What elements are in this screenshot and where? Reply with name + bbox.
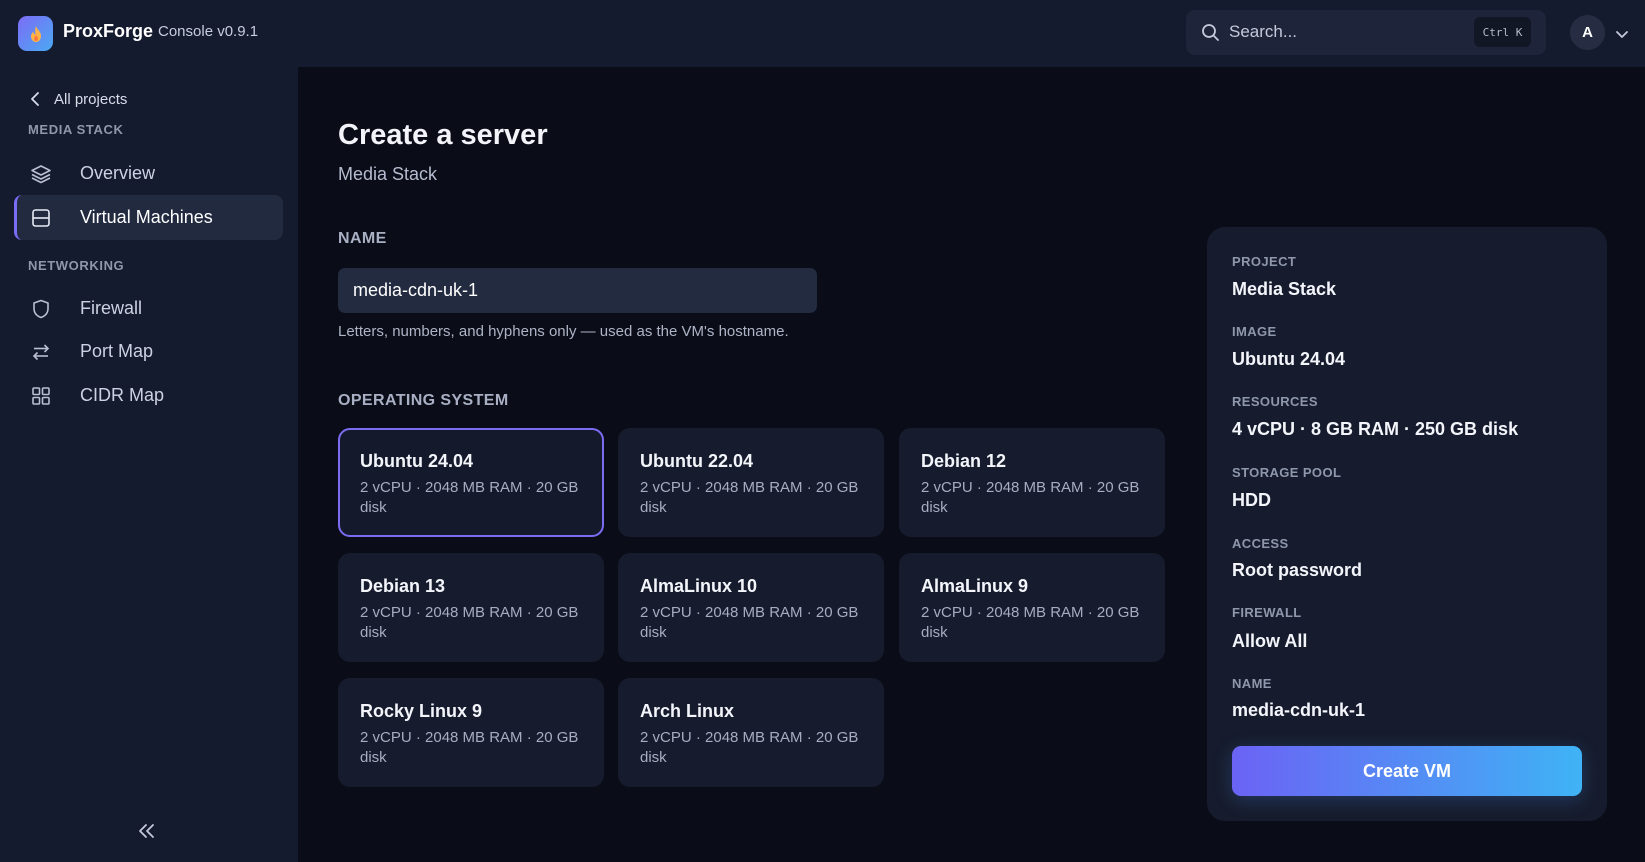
os-card-spec: 2 vCPU · 2048 MB RAM · 20 GB disk	[360, 729, 579, 766]
os-field-label: OPERATING SYSTEM	[338, 392, 509, 409]
name-field-hint: Letters, numbers, and hyphens only — use…	[338, 323, 789, 340]
os-card-debian-13[interactable]: Debian 13 2 vCPU · 2048 MB RAM · 20 GB d…	[338, 553, 604, 662]
vm-name-input[interactable]	[338, 268, 817, 313]
shield-icon	[30, 298, 58, 320]
summary-label-image: IMAGE	[1232, 324, 1277, 339]
summary-value-access: Root password	[1232, 560, 1363, 580]
summary-panel: PROJECT Media Stack IMAGE Ubuntu 24.04 R…	[1207, 227, 1607, 821]
back-link-label: All projects	[54, 90, 128, 108]
os-card-spec: 2 vCPU · 2048 MB RAM · 20 GB disk	[921, 479, 1140, 516]
os-card-name: AlmaLinux 9	[921, 576, 1029, 596]
os-card-name: Ubuntu 22.04	[640, 451, 754, 471]
summary-value-firewall: Allow All	[1232, 631, 1308, 651]
avatar[interactable]: A	[1570, 15, 1605, 50]
os-card-almalinux-10[interactable]: AlmaLinux 10 2 vCPU · 2048 MB RAM · 20 G…	[618, 553, 884, 662]
grid-icon	[30, 385, 58, 407]
search-shortcut-badge: Ctrl K	[1474, 17, 1531, 47]
sidebar-item-label: CIDR Map	[80, 385, 165, 405]
os-card-spec: 2 vCPU · 2048 MB RAM · 20 GB disk	[360, 479, 579, 516]
search-icon	[1201, 23, 1220, 47]
sidebar-item-firewall[interactable]: Firewall	[14, 286, 283, 331]
os-card-name: AlmaLinux 10	[640, 576, 758, 596]
collapse-sidebar-icon[interactable]	[137, 822, 157, 845]
flame-icon	[30, 25, 41, 42]
os-card-arch-linux[interactable]: Arch Linux 2 vCPU · 2048 MB RAM · 20 GB …	[618, 678, 884, 787]
back-to-projects-link[interactable]: All projects	[30, 87, 127, 111]
sidebar-item-label: Overview	[80, 163, 156, 183]
brand-name[interactable]: ProxForge	[63, 21, 153, 42]
top-bar: ProxForge Console v0.9.1 Search... Ctrl …	[0, 0, 1645, 67]
summary-value-name: media-cdn-uk-1	[1232, 700, 1366, 720]
sidebar-item-label: Firewall	[80, 298, 143, 318]
sidebar-item-label: Virtual Machines	[80, 207, 213, 227]
summary-label-firewall: FIREWALL	[1232, 605, 1302, 620]
summary-value-resources: 4 vCPU · 8 GB RAM · 250 GB disk	[1232, 419, 1519, 439]
layers-icon	[30, 163, 58, 185]
os-card-spec: 2 vCPU · 2048 MB RAM · 20 GB disk	[640, 479, 859, 516]
os-card-rocky-linux-9[interactable]: Rocky Linux 9 2 vCPU · 2048 MB RAM · 20 …	[338, 678, 604, 787]
page-subtitle: Media Stack	[338, 164, 438, 184]
os-card-name: Debian 12	[921, 451, 1007, 471]
create-vm-button[interactable]: Create VM	[1232, 746, 1582, 796]
chevron-left-icon	[31, 92, 39, 106]
sidebar: All projects MEDIA STACK Overview Virtua…	[0, 67, 298, 862]
summary-label-name: NAME	[1232, 676, 1272, 691]
brand-logo[interactable]	[18, 16, 53, 51]
summary-value-storage-pool: HDD	[1232, 490, 1271, 510]
sidebar-item-cidr-map[interactable]: CIDR Map	[14, 373, 283, 418]
chevron-down-icon[interactable]	[1615, 26, 1629, 44]
os-card-ubuntu-22-04[interactable]: Ubuntu 22.04 2 vCPU · 2048 MB RAM · 20 G…	[618, 428, 884, 537]
os-card-name: Ubuntu 24.04	[360, 451, 474, 471]
brand-version: Console v0.9.1	[158, 23, 259, 40]
server-icon	[30, 207, 58, 229]
page-title: Create a server	[338, 119, 548, 151]
os-card-almalinux-9[interactable]: AlmaLinux 9 2 vCPU · 2048 MB RAM · 20 GB…	[899, 553, 1165, 662]
summary-value-image: Ubuntu 24.04	[1232, 349, 1346, 369]
sidebar-item-label: Port Map	[80, 341, 154, 361]
section-title-networking: NETWORKING	[28, 258, 125, 273]
os-card-debian-12[interactable]: Debian 12 2 vCPU · 2048 MB RAM · 20 GB d…	[899, 428, 1165, 537]
summary-label-storage-pool: STORAGE POOL	[1232, 465, 1342, 480]
summary-label-access: ACCESS	[1232, 536, 1289, 551]
sidebar-item-virtual-machines[interactable]: Virtual Machines	[14, 195, 283, 240]
os-card-ubuntu-24-04[interactable]: Ubuntu 24.04 2 vCPU · 2048 MB RAM · 20 G…	[338, 428, 604, 537]
arrows-swap-icon	[30, 341, 58, 363]
summary-label-project: PROJECT	[1232, 254, 1297, 269]
summary-label-resources: RESOURCES	[1232, 394, 1318, 409]
summary-value-project: Media Stack	[1232, 279, 1337, 299]
section-title-media-stack: MEDIA STACK	[28, 122, 124, 137]
os-card-name: Debian 13	[360, 576, 446, 596]
sidebar-item-overview[interactable]: Overview	[14, 151, 283, 196]
os-card-name: Arch Linux	[640, 701, 735, 721]
name-field-label: NAME	[338, 230, 387, 247]
os-card-spec: 2 vCPU · 2048 MB RAM · 20 GB disk	[640, 604, 859, 641]
sidebar-item-port-map[interactable]: Port Map	[14, 329, 283, 374]
os-card-spec: 2 vCPU · 2048 MB RAM · 20 GB disk	[360, 604, 579, 641]
os-card-name: Rocky Linux 9	[360, 701, 483, 721]
search-placeholder: Search...	[1229, 22, 1298, 41]
search-input[interactable]: Search... Ctrl K	[1186, 10, 1546, 55]
os-card-spec: 2 vCPU · 2048 MB RAM · 20 GB disk	[921, 604, 1140, 641]
os-card-spec: 2 vCPU · 2048 MB RAM · 20 GB disk	[640, 729, 859, 766]
